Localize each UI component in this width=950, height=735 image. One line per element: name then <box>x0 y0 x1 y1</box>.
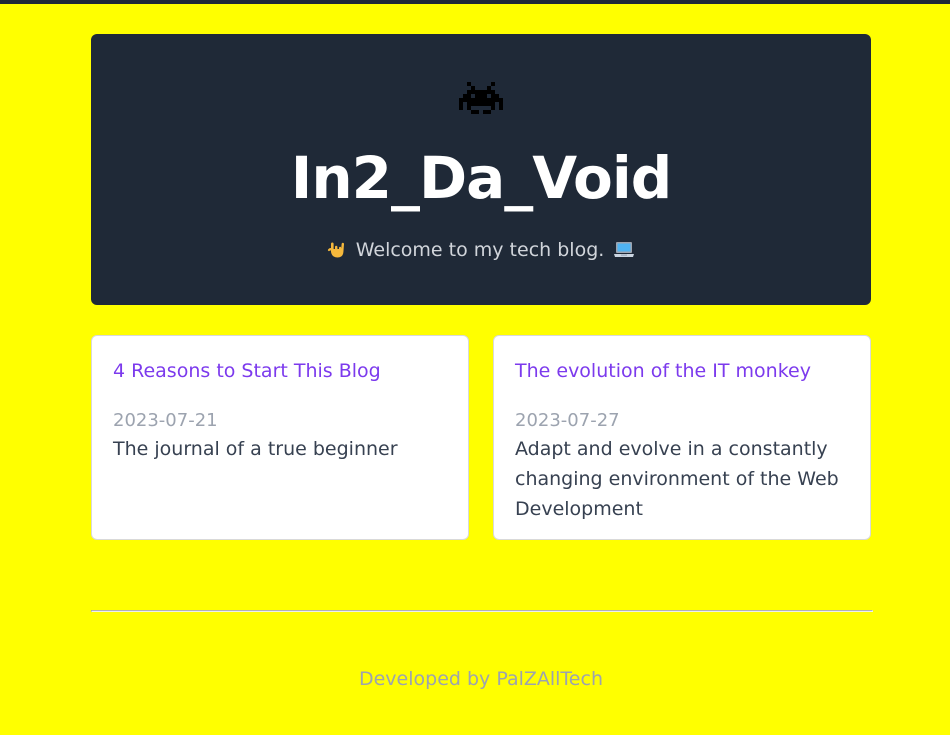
post-title-link[interactable]: 4 Reasons to Start This Blog <box>113 356 448 386</box>
post-date: 2023-07-27 <box>515 410 620 431</box>
footer-divider <box>91 610 873 612</box>
post-card[interactable]: The evolution of the IT monkey 2023-07-2… <box>493 335 871 540</box>
post-list: 4 Reasons to Start This Blog 2023-07-21 … <box>91 335 871 540</box>
footer-credit: Developed by PalZAllTech <box>358 668 603 690</box>
post-description: The journal of a true beginner <box>113 438 398 460</box>
post-title-link[interactable]: The evolution of the IT monkey <box>515 356 850 386</box>
page-container: In2_Da_Void Welcome to my tech blog. 4 R… <box>91 34 873 690</box>
site-subtitle: Welcome to my tech blog. <box>91 235 871 265</box>
post-date: 2023-07-21 <box>113 410 218 431</box>
footer: Developed by PalZAllTech <box>91 664 871 694</box>
post-card[interactable]: 4 Reasons to Start This Blog 2023-07-21 … <box>91 335 469 540</box>
space-invader-icon <box>91 80 871 116</box>
post-description: Adapt and evolve in a constantly changin… <box>515 438 839 520</box>
top-bar <box>0 0 950 4</box>
hero-banner: In2_Da_Void Welcome to my tech blog. <box>91 34 871 305</box>
laptop-icon <box>612 239 636 261</box>
site-title: In2_Da_Void <box>290 144 672 212</box>
rock-on-hand-icon <box>326 239 348 261</box>
subtitle-text: Welcome to my tech blog. <box>355 239 605 261</box>
